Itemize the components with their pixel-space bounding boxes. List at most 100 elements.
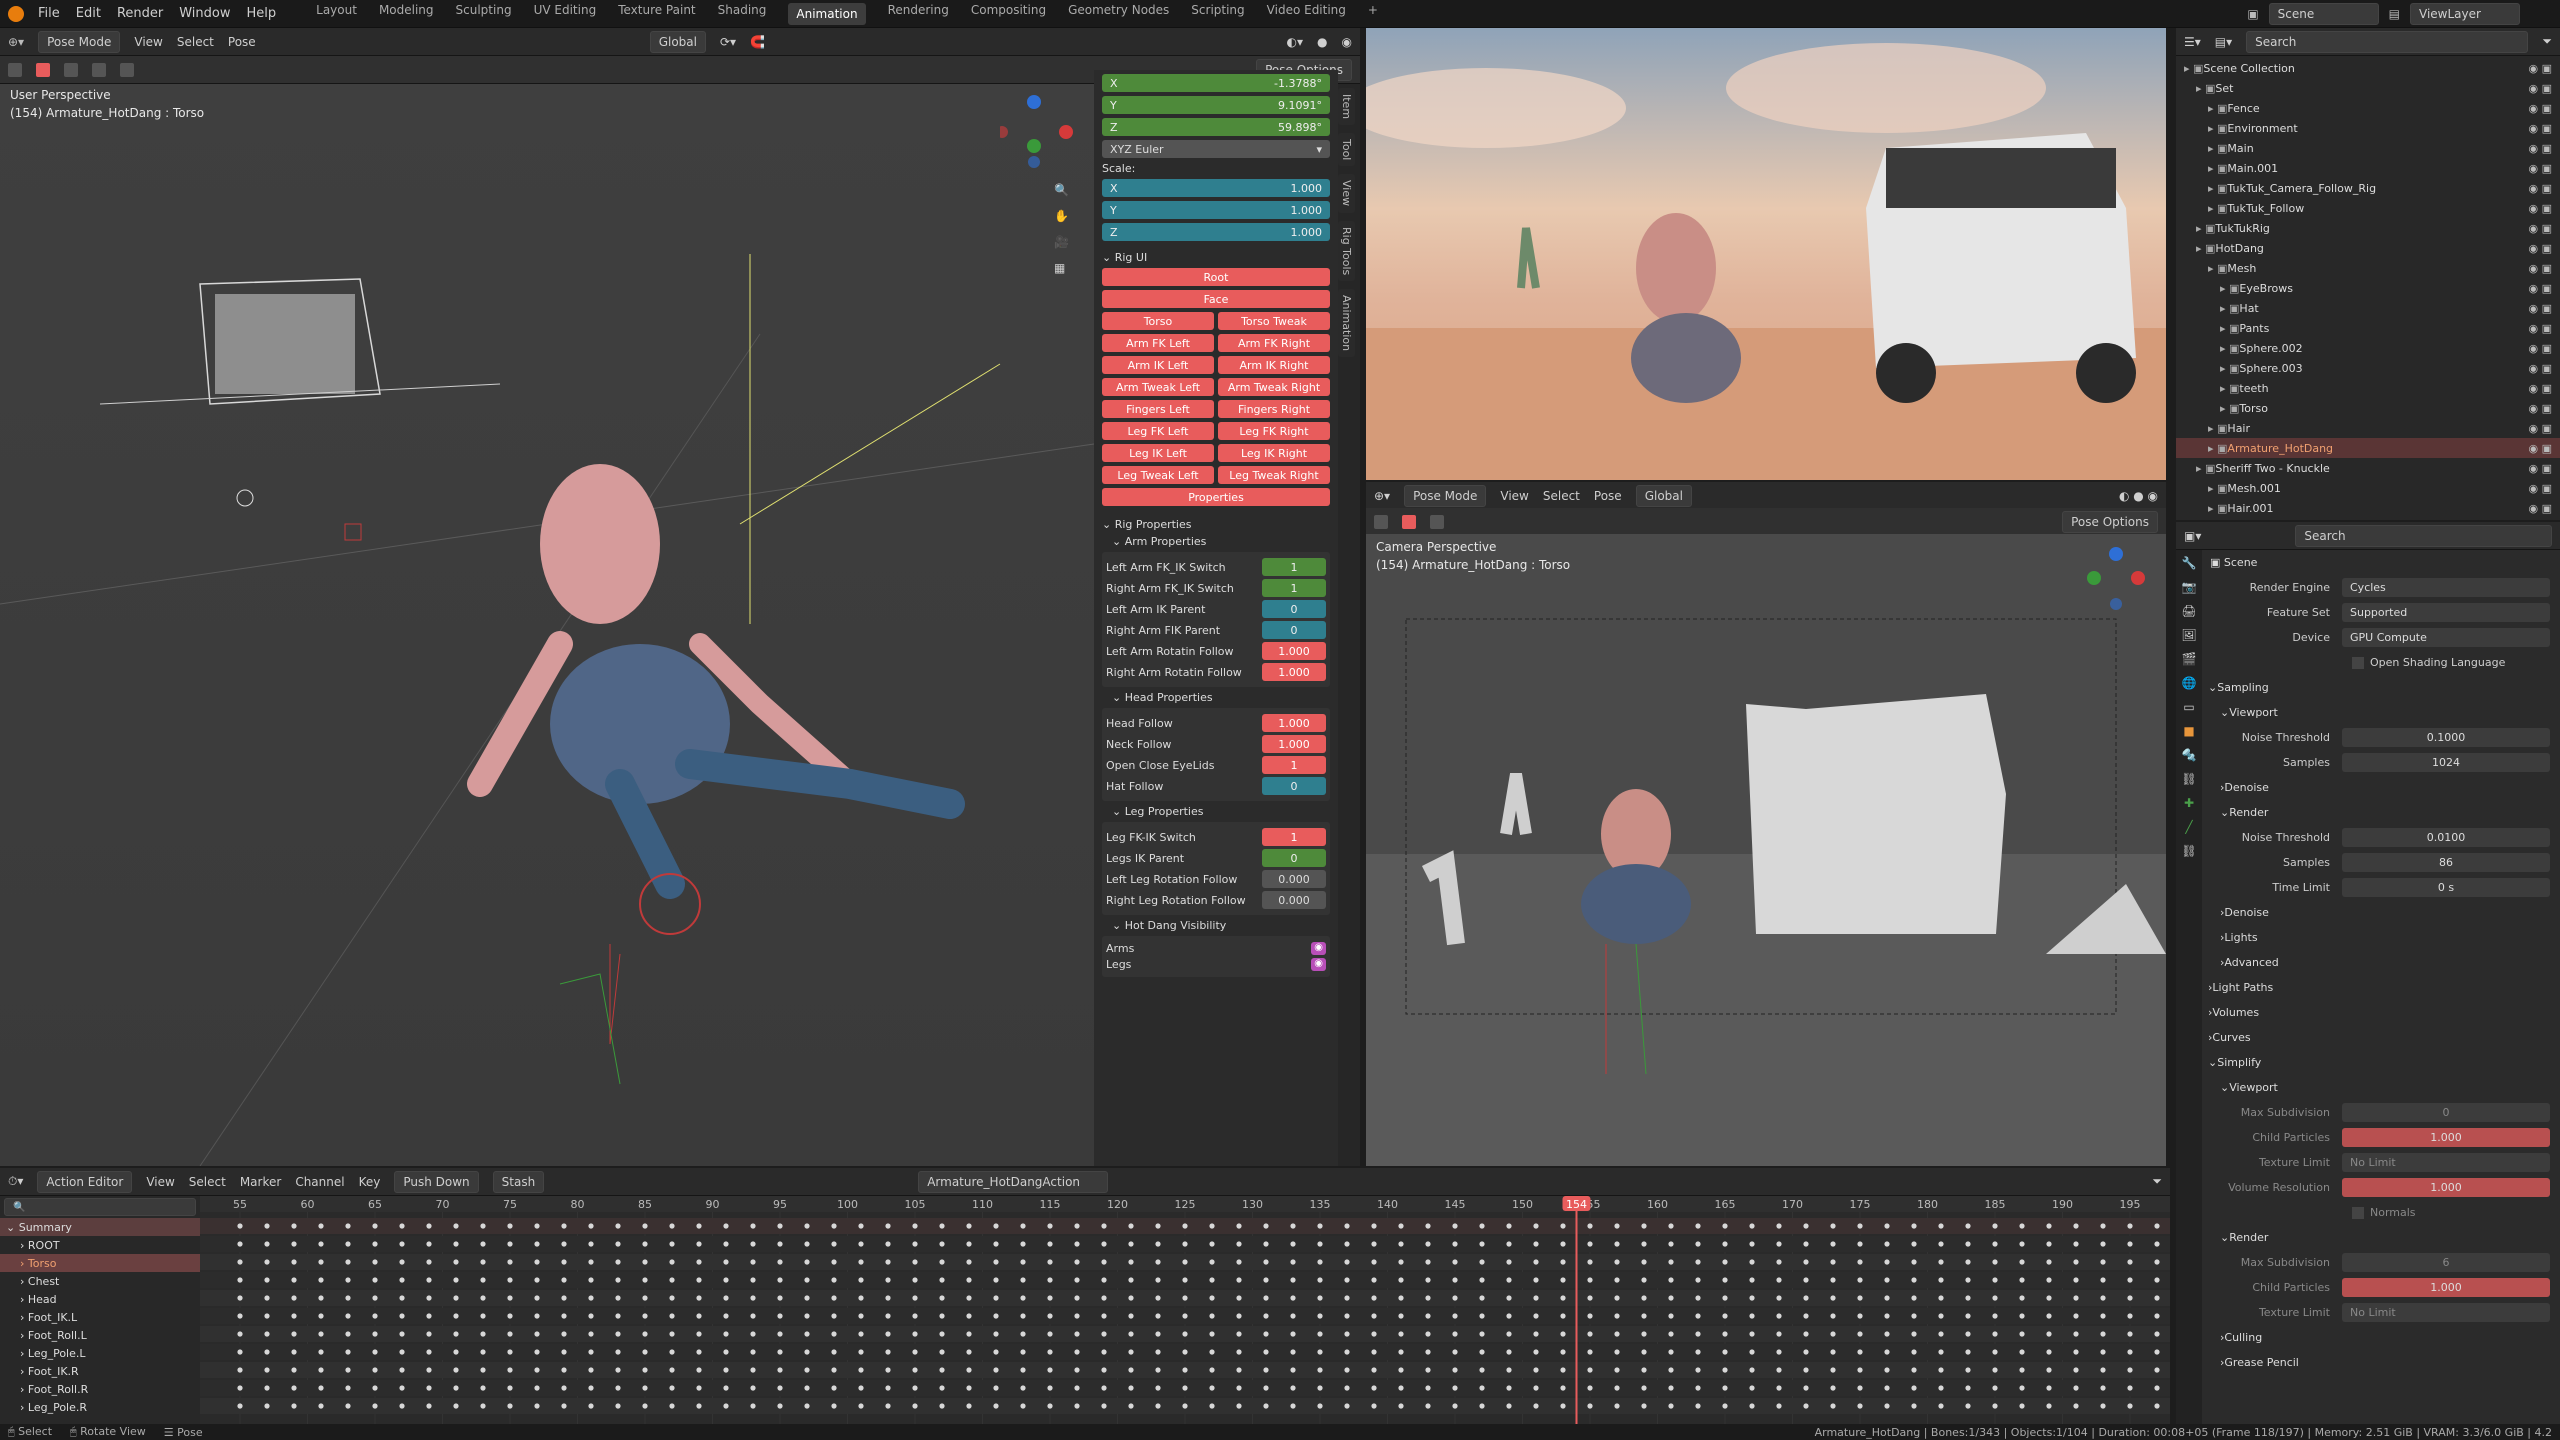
eye-icon[interactable]: ◉ ▣: [2529, 142, 2560, 155]
channel-row[interactable]: › Foot_Roll.R: [0, 1380, 200, 1398]
outliner-item[interactable]: ▸ ▣ Fence ◉ ▣: [2176, 98, 2560, 118]
outliner-item[interactable]: ▸ ▣ Hat ◉ ▣: [2176, 298, 2560, 318]
fingers-right-button[interactable]: Fingers Right: [1218, 400, 1330, 418]
view-layer-tab-icon[interactable]: 🖼: [2181, 628, 2196, 642]
tab-tool[interactable]: Tool: [1338, 133, 1355, 167]
property-value-field[interactable]: 1: [1262, 828, 1326, 846]
properties-editor-icon[interactable]: ▣▾: [2184, 529, 2201, 543]
eye-icon[interactable]: ◉ ▣: [2529, 462, 2560, 475]
arm-tweak-left-button[interactable]: Arm Tweak Left: [1102, 378, 1214, 396]
collection-tab-icon[interactable]: ▭: [2183, 700, 2194, 714]
tab-item[interactable]: Item: [1338, 88, 1355, 126]
time-limit-field[interactable]: 0 s: [2342, 878, 2550, 897]
eye-icon[interactable]: ◉ ▣: [2529, 262, 2560, 275]
outliner-item[interactable]: ▸ ▣ Sphere.003 ◉ ▣: [2176, 358, 2560, 378]
action-editor-mode[interactable]: Action Editor: [37, 1170, 133, 1193]
osl-checkbox[interactable]: [2352, 656, 2364, 669]
device-select[interactable]: GPU Compute: [2342, 628, 2550, 647]
torso-button[interactable]: Torso: [1102, 312, 1214, 330]
simplify-render-header[interactable]: ⌄ Render: [2202, 1225, 2560, 1250]
modifier-tab-icon[interactable]: 🔩: [2182, 748, 2197, 762]
menu-edit[interactable]: Edit: [76, 6, 101, 21]
s-r-child-field[interactable]: 1.000: [2342, 1278, 2550, 1297]
camera-orientation-selector[interactable]: Global: [1635, 484, 1692, 507]
channel-row[interactable]: › Head: [0, 1290, 200, 1308]
camera-navigation-gizmo[interactable]: [2078, 544, 2148, 617]
eye-icon[interactable]: ◉ ▣: [2529, 242, 2560, 255]
select-mode-invert-icon[interactable]: [120, 62, 134, 77]
leg-properties-header[interactable]: ⌄ Leg Properties: [1102, 805, 1330, 818]
scale-y-field[interactable]: Y 1.000: [1102, 201, 1330, 219]
feature-set-select[interactable]: Supported: [2342, 603, 2550, 622]
channel-row[interactable]: › Chest: [0, 1272, 200, 1290]
navigation-gizmo[interactable]: 🔍 ✋ 🎥 ▦: [996, 90, 1080, 275]
bone-constraint-tab-icon[interactable]: ⛓: [2181, 844, 2196, 858]
leg-fk-left-button[interactable]: Leg FK Left: [1102, 422, 1214, 440]
culling-header[interactable]: › Culling: [2202, 1325, 2560, 1350]
camera-menu-select[interactable]: Select: [1543, 489, 1580, 503]
left-3d-viewport[interactable]: User Perspective (154) Armature_HotDang …: [0, 84, 1094, 1166]
select-mode-extend-icon[interactable]: [64, 62, 78, 77]
zoom-icon[interactable]: 🔍: [1054, 183, 1080, 197]
property-value-field[interactable]: 0.000: [1262, 891, 1326, 909]
pan-hand-icon[interactable]: ✋: [1054, 209, 1080, 223]
visibility-header[interactable]: ⌄ Hot Dang Visibility: [1102, 919, 1330, 932]
tab-shading[interactable]: Shading: [718, 3, 767, 25]
tab-modeling[interactable]: Modeling: [379, 3, 434, 25]
constraint-tab-icon[interactable]: ⛓: [2181, 772, 2196, 786]
filter-icon[interactable]: ⏷: [2542, 34, 2552, 49]
property-value-field[interactable]: 0: [1262, 600, 1326, 618]
rig-properties-header[interactable]: ⌄ Rig Properties: [1102, 518, 1330, 531]
eye-icon[interactable]: ◉ ▣: [2529, 362, 2560, 375]
eye-icon[interactable]: ◉ ▣: [2529, 302, 2560, 315]
select-box-icon[interactable]: [8, 62, 22, 77]
advanced-header[interactable]: › Advanced: [2202, 950, 2560, 975]
s-vp-texlimit-select[interactable]: No Limit: [2342, 1153, 2550, 1172]
tab-geometry-nodes[interactable]: Geometry Nodes: [1068, 3, 1169, 25]
stash-button[interactable]: Stash: [492, 1170, 545, 1193]
sampling-header[interactable]: ⌄ Sampling: [2202, 675, 2560, 700]
eye-icon[interactable]: ◉ ▣: [2529, 82, 2560, 95]
eye-icon[interactable]: ◉ ▣: [2529, 182, 2560, 195]
ae-menu-marker[interactable]: Marker: [240, 1175, 281, 1189]
eye-icon[interactable]: ◉ ▣: [2529, 162, 2560, 175]
channel-row[interactable]: › Foot_Roll.L: [0, 1326, 200, 1344]
rig-ui-header[interactable]: ⌄ Rig UI: [1102, 251, 1330, 264]
scene-tab-icon[interactable]: 🎬: [2182, 652, 2197, 666]
property-value-field[interactable]: 1.000: [1262, 714, 1326, 732]
simplify-viewport-header[interactable]: ⌄ Viewport: [2202, 1075, 2560, 1100]
menu-file[interactable]: File: [38, 6, 60, 21]
root-button[interactable]: Root: [1102, 268, 1330, 286]
eye-icon[interactable]: ◉ ▣: [2529, 222, 2560, 235]
fingers-left-button[interactable]: Fingers Left: [1102, 400, 1214, 418]
outliner-item[interactable]: ▸ ▣ Mesh ◉ ▣: [2176, 258, 2560, 278]
property-value-field[interactable]: 1: [1262, 756, 1326, 774]
dopesheet-editor-icon[interactable]: ⏱▾: [8, 1174, 23, 1189]
camera-menu-view[interactable]: View: [1500, 489, 1528, 503]
property-value-field[interactable]: 1.000: [1262, 642, 1326, 660]
camera-mode-selector[interactable]: Pose Mode: [1404, 484, 1487, 507]
s-r-maxsub-field[interactable]: 6: [2342, 1253, 2550, 1272]
torso-tweak-button[interactable]: Torso Tweak: [1218, 312, 1330, 330]
eye-icon[interactable]: ◉ ▣: [2529, 202, 2560, 215]
channel-row[interactable]: › Foot_IK.R: [0, 1362, 200, 1380]
outliner-item[interactable]: ▸ ▣ TukTuk_Follow ◉ ▣: [2176, 198, 2560, 218]
r-denoise-header[interactable]: › Denoise: [2202, 900, 2560, 925]
outliner-editor-icon[interactable]: ☰▾: [2184, 35, 2201, 49]
grid-view-icon[interactable]: ▦: [1054, 261, 1080, 275]
menu-view[interactable]: View: [134, 35, 162, 49]
eye-icon[interactable]: ◉ ▣: [2529, 502, 2560, 515]
tab-video-editing[interactable]: Video Editing: [1267, 3, 1346, 25]
channel-row[interactable]: ⌄ Summary: [0, 1218, 200, 1236]
tab-view[interactable]: View: [1338, 174, 1355, 213]
leg-tweak-right-button[interactable]: Leg Tweak Right: [1218, 466, 1330, 484]
channel-row[interactable]: › Leg_Pole.R: [0, 1398, 200, 1416]
property-value-field[interactable]: 0: [1262, 849, 1326, 867]
eye-icon[interactable]: ◉: [1311, 958, 1326, 971]
eye-icon[interactable]: ◉ ▣: [2529, 122, 2560, 135]
outliner-item[interactable]: ▸ ▣ Main ◉ ▣: [2176, 138, 2560, 158]
tab-rig-tools[interactable]: Rig Tools: [1338, 220, 1355, 281]
property-value-field[interactable]: 0: [1262, 777, 1326, 795]
menu-pose[interactable]: Pose: [228, 35, 256, 49]
menu-help[interactable]: Help: [247, 6, 277, 21]
